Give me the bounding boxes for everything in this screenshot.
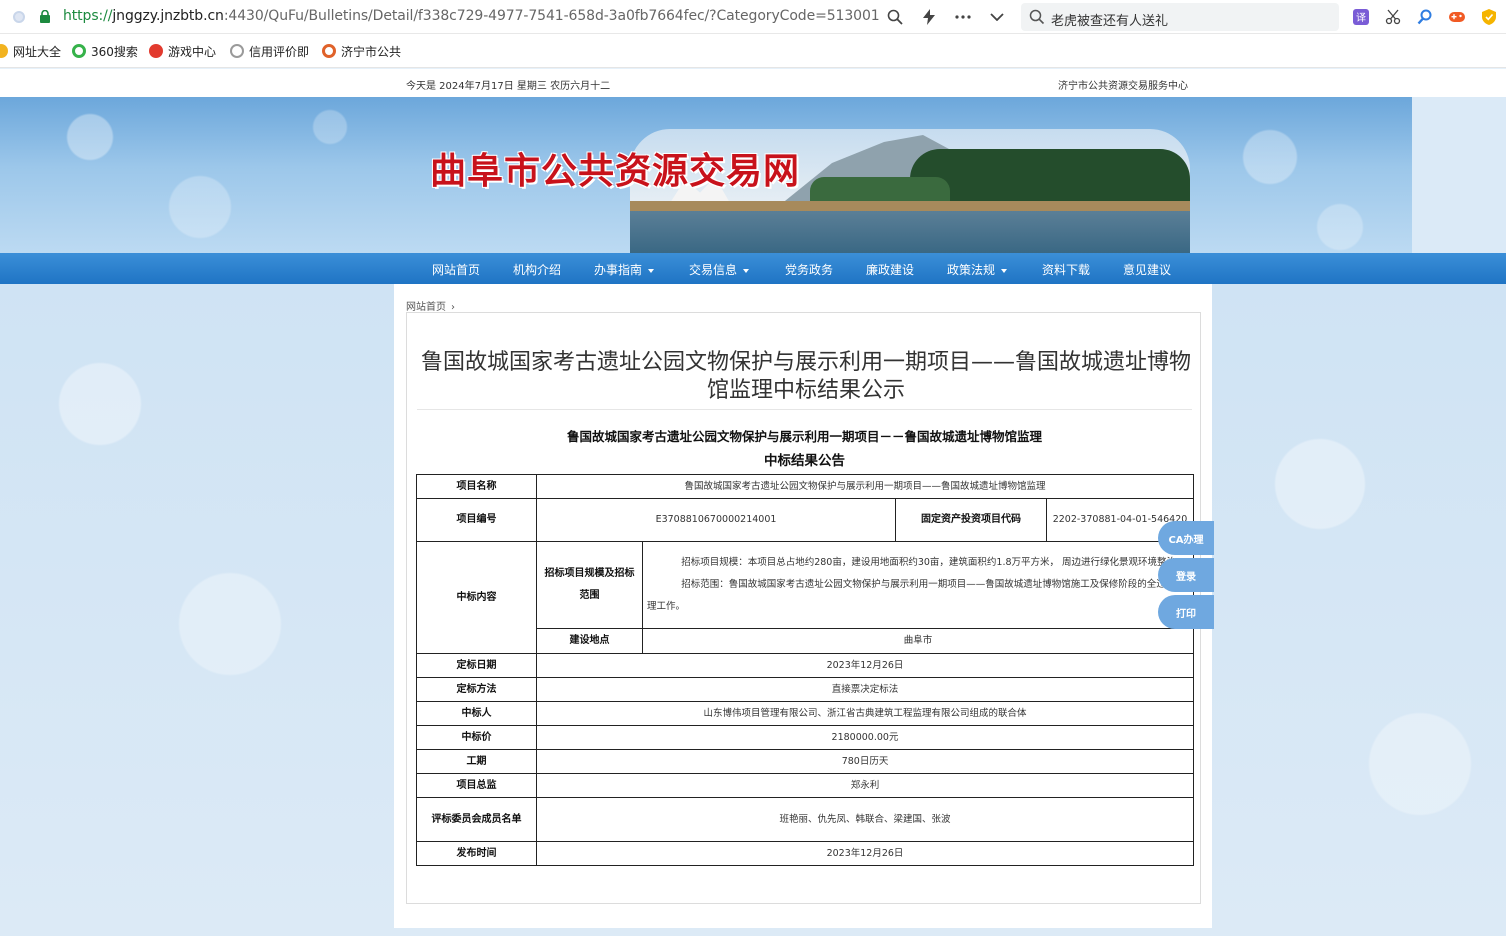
site-title: 曲阜市公共资源交易网 bbox=[430, 151, 801, 192]
bookmark-favicon-icon bbox=[0, 44, 8, 58]
nav-item-home[interactable]: 网站首页 bbox=[432, 261, 480, 278]
table-row: 定标方法 直接票决定标法 bbox=[416, 677, 1195, 702]
scope-text: 招标项目规模：本项目总占地约280亩，建设用地面积约30亩，建筑面积约1.8万平… bbox=[641, 541, 1195, 629]
bookmark-favicon-icon bbox=[72, 44, 86, 58]
table-row: 项目总监 郑永利 bbox=[416, 773, 1195, 798]
scissors-icon[interactable] bbox=[1384, 8, 1402, 26]
nav-item-guide[interactable]: 办事指南 bbox=[594, 261, 655, 278]
bookmark-item[interactable]: 信用评价即 bbox=[230, 43, 309, 59]
bookmarks-bar: 网址大全 360搜索 游戏中心 信用评价即 济宁市公共 bbox=[0, 34, 1506, 68]
bookmark-item[interactable]: 游戏中心 bbox=[149, 43, 216, 59]
nav-item-about[interactable]: 机构介绍 bbox=[513, 261, 561, 278]
ca-service-button[interactable]: CA办理 bbox=[1158, 521, 1214, 555]
date-line: 今天是 2024年7月17日 星期三 农历六月十二 bbox=[406, 81, 611, 92]
svg-text:译: 译 bbox=[1356, 12, 1366, 24]
nav-item-downloads[interactable]: 资料下载 bbox=[1042, 261, 1090, 278]
browser-search-box[interactable]: 老虎被查还有人送礼 bbox=[1021, 3, 1339, 31]
nav-item-feedback[interactable]: 意见建议 bbox=[1123, 261, 1171, 278]
game-icon[interactable] bbox=[1448, 8, 1466, 26]
table-row: 中标人 山东博伟项目管理有限公司、浙江省古典建筑工程监理有限公司组成的联合体 bbox=[416, 701, 1195, 726]
caret-down-icon bbox=[743, 268, 750, 273]
table-row: 发布时间 2023年12月26日 bbox=[416, 841, 1195, 866]
search-suggestion: 老虎被查还有人送礼 bbox=[1051, 14, 1169, 29]
table-row: 项目编号 E3708810670000214001 固定资产投资项目代码 220… bbox=[416, 498, 1195, 542]
login-button[interactable]: 登录 bbox=[1158, 558, 1214, 592]
table-row: 工期 780日历天 bbox=[416, 749, 1195, 774]
nav-item-party-affairs[interactable]: 党务政务 bbox=[785, 261, 833, 278]
article-title: 鲁国故城国家考古遗址公园文物保护与展示利用一期项目——鲁国故城遗址博物馆监理中标… bbox=[421, 350, 1192, 403]
nav-item-policies[interactable]: 政策法规 bbox=[947, 261, 1008, 278]
table-row: 中标价 2180000.00元 bbox=[416, 725, 1195, 750]
breadcrumb: 网站首页 › bbox=[406, 298, 455, 313]
print-button[interactable]: 打印 bbox=[1158, 595, 1214, 629]
bookmark-item[interactable]: 济宁市公共 bbox=[322, 43, 401, 59]
more-icon[interactable] bbox=[953, 7, 973, 27]
content-area: 网站首页 › 鲁国故城国家考古遗址公园文物保护与展示利用一期项目——鲁国故城遗址博… bbox=[394, 284, 1212, 928]
site-topline: 今天是 2024年7月17日 星期三 农历六月十二 济宁市公共资源交易服务中心 bbox=[0, 69, 1506, 97]
bookmark-item[interactable]: 网址大全 bbox=[0, 43, 61, 59]
caret-down-icon bbox=[1001, 268, 1008, 273]
site-info-icon[interactable] bbox=[13, 11, 25, 23]
site-banner: 曲阜市公共资源交易网 bbox=[0, 97, 1412, 253]
search-icon bbox=[1029, 9, 1045, 25]
document-heading: 鲁国故城国家考古遗址公园文物保护与展示利用一期项目－－鲁国故城遗址博物馆监理 bbox=[566, 429, 1042, 444]
zoom-search-icon[interactable] bbox=[885, 7, 905, 27]
table-row: 评标委员会成员名单 班艳丽、仇先凤、韩联合、梁建国、张波 bbox=[416, 797, 1195, 842]
bookmark-favicon-icon bbox=[322, 44, 336, 58]
nav-item-integrity[interactable]: 廉政建设 bbox=[866, 261, 914, 278]
award-table: 项目名称 鲁国故城国家考古遗址公园文物保护与展示利用一期项目——鲁国故城遗址博物… bbox=[416, 474, 1195, 866]
article-panel: 鲁国故城国家考古遗址公园文物保护与展示利用一期项目——鲁国故城遗址博物馆监理中标… bbox=[406, 312, 1201, 904]
table-row: 项目名称 鲁国故城国家考古遗址公园文物保护与展示利用一期项目——鲁国故城遗址博物… bbox=[416, 474, 1195, 499]
chevron-down-icon[interactable] bbox=[987, 7, 1007, 27]
magnifier-tool-icon[interactable] bbox=[1416, 8, 1434, 26]
table-row: 中标内容 招标项目规模及招标范围 招标项目规模：本项目总占地约280亩，建设用地… bbox=[416, 541, 1195, 654]
bookmark-favicon-icon bbox=[149, 44, 163, 58]
nav-item-trading-info[interactable]: 交易信息 bbox=[689, 261, 750, 278]
bookmark-item[interactable]: 360搜索 bbox=[72, 43, 138, 59]
caret-down-icon bbox=[648, 268, 655, 273]
lock-icon bbox=[40, 10, 50, 23]
document-subheading: 中标结果公告 bbox=[764, 453, 845, 469]
table-row: 定标日期 2023年12月26日 bbox=[416, 653, 1195, 678]
shield-icon[interactable] bbox=[1480, 8, 1498, 26]
url-field[interactable]: https://jnggzy.jnzbtb.cn:4430/QuFu/Bulle… bbox=[63, 8, 880, 24]
main-nav: 网站首页 机构介绍 办事指南 交易信息 党务政务 廉政建设 政策法规 资料下载 … bbox=[0, 253, 1506, 284]
address-bar: https://jnggzy.jnzbtb.cn:4430/QuFu/Bulle… bbox=[0, 0, 1506, 34]
translate-icon[interactable]: 译 bbox=[1352, 8, 1370, 26]
divider bbox=[417, 409, 1192, 410]
globe-icon bbox=[230, 44, 244, 58]
center-name[interactable]: 济宁市公共资源交易服务中心 bbox=[1058, 77, 1188, 92]
lightning-icon[interactable] bbox=[919, 7, 939, 27]
